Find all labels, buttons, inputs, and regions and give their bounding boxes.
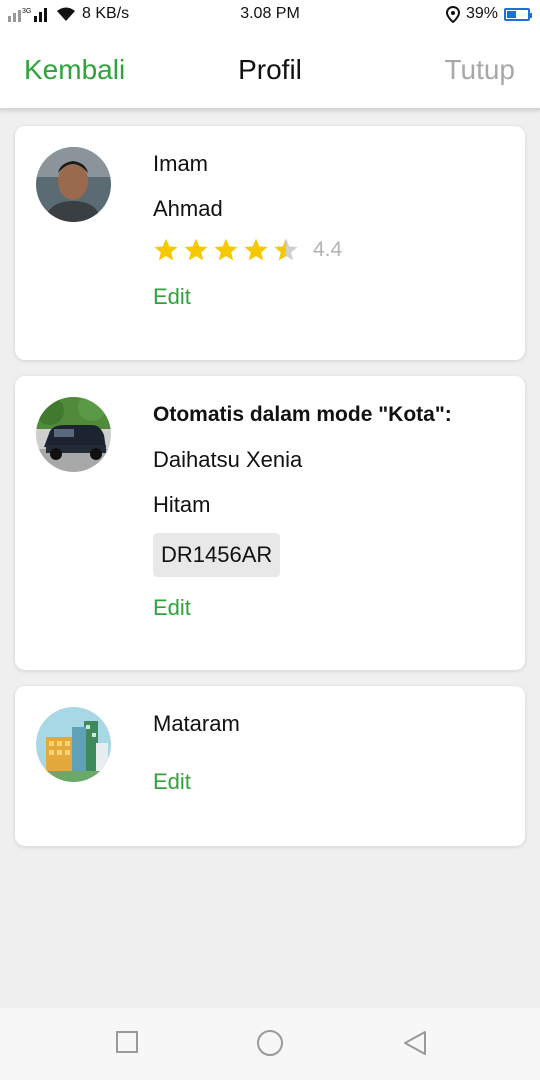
rating-value: 4.4	[313, 238, 343, 261]
star-icon	[214, 238, 238, 261]
license-plate: DR1456AR	[153, 533, 281, 577]
edit-profile-button[interactable]: Edit	[153, 284, 191, 310]
circle-icon[interactable]	[256, 1029, 284, 1057]
battery-icon	[504, 7, 532, 21]
clock: 3.08 PM	[240, 5, 300, 22]
system-nav-bar	[0, 1008, 540, 1080]
edit-city-button[interactable]: Edit	[153, 769, 191, 795]
location-icon	[445, 5, 460, 23]
last-name: Ahmad	[153, 196, 223, 221]
square-icon[interactable]	[115, 1030, 139, 1054]
city-avatar	[36, 707, 111, 782]
header: Kembali Profil Tutup	[0, 30, 540, 110]
first-name: Imam	[153, 151, 208, 176]
half-star-icon	[274, 238, 298, 261]
profile-card: Imam Ahmad 4.4 Edit	[15, 126, 525, 360]
triangle-back-icon[interactable]	[402, 1030, 428, 1056]
vehicle-card: Otomatis dalam mode "Kota": Daihatsu Xen…	[15, 376, 525, 670]
status-bar: 3G 8 KB/s 3.08 PM 39%	[0, 0, 540, 30]
vehicle-avatar	[36, 397, 111, 472]
star-icon	[154, 238, 178, 261]
star-icon	[184, 238, 208, 261]
vehicle-color: Hitam	[153, 492, 211, 517]
star-icon	[244, 238, 268, 261]
vehicle-model: Daihatsu Xenia	[153, 447, 303, 472]
city-name: Mataram	[153, 711, 240, 736]
city-card: Mataram Edit	[15, 686, 525, 846]
vehicle-mode-label: Otomatis dalam mode "Kota":	[153, 403, 452, 426]
close-button[interactable]: Tutup	[444, 54, 515, 86]
rating-stars: 4.4	[153, 237, 342, 263]
profile-avatar	[36, 147, 111, 222]
edit-vehicle-button[interactable]: Edit	[153, 595, 191, 621]
battery-percent: 39%	[465, 5, 498, 22]
